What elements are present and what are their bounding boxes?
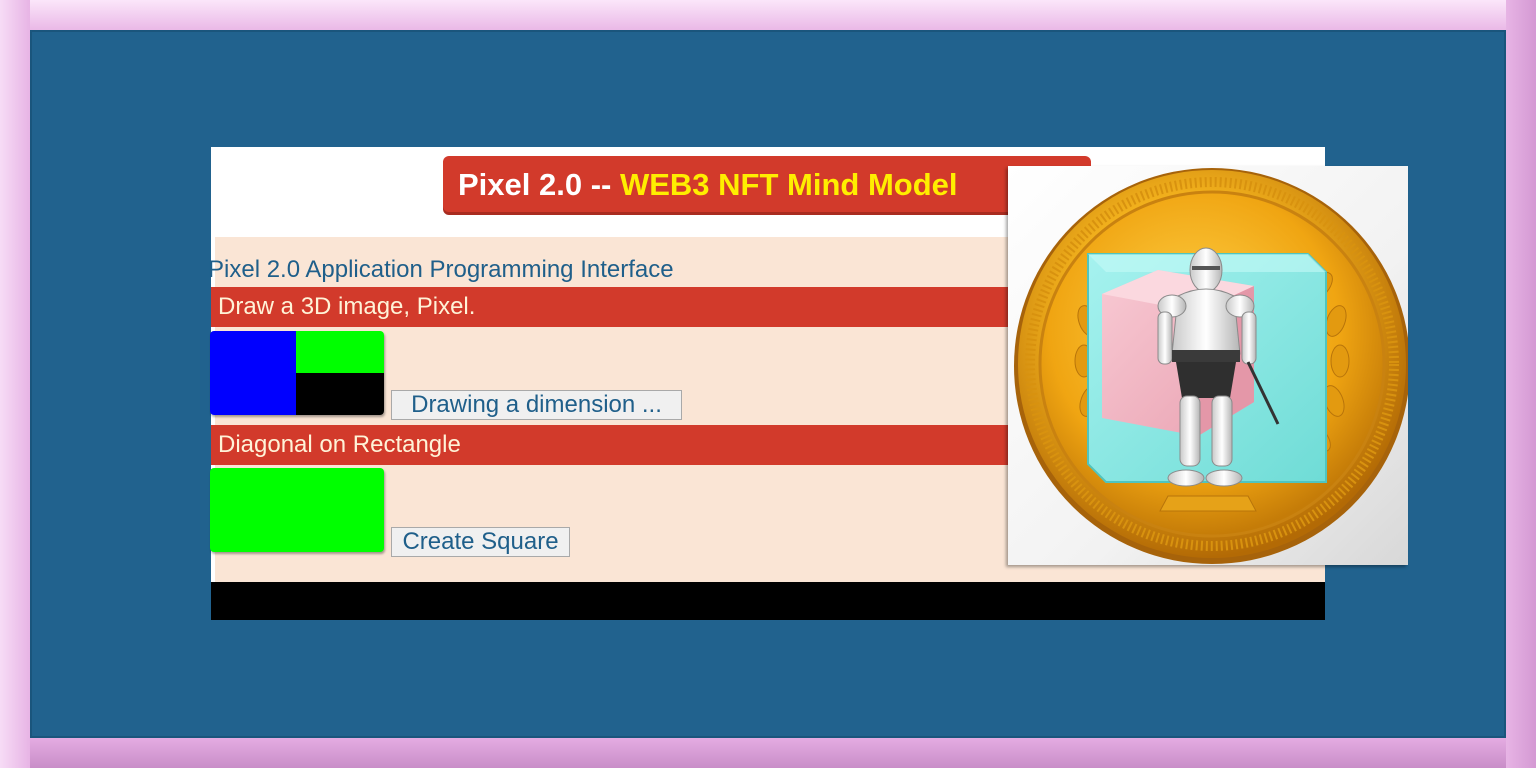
section-header-diagonal: Diagonal on Rectangle: [211, 425, 1011, 465]
frame-edge-right: [1506, 0, 1536, 768]
frame-edge-bottom: [0, 738, 1536, 768]
title-highlight: WEB3 NFT Mind Model: [619, 167, 958, 202]
title-prefix: Pixel 2.0 --: [458, 167, 620, 202]
page-title: Pixel 2.0 -- WEB3 NFT Mind Model: [458, 165, 958, 205]
canvas-square: [210, 468, 384, 552]
create-square-button[interactable]: Create Square: [391, 527, 570, 557]
canvas-blue-block: [210, 331, 296, 415]
section-header-3d-image: Draw a 3D image, Pixel.: [211, 287, 1011, 327]
canvas-green-block: [296, 331, 384, 373]
gold-coin-knight-icon: [1014, 168, 1408, 564]
frame-edge-top: [0, 0, 1536, 30]
frame-edge-left: [0, 0, 30, 768]
nft-coin-image: [1008, 166, 1408, 565]
footer-bar: [211, 582, 1325, 620]
canvas-3d-pixel: [210, 331, 384, 415]
canvas-black-block: [296, 373, 384, 415]
api-heading: Pixel 2.0 Application Programming Interf…: [208, 256, 674, 283]
drawing-dimension-button[interactable]: Drawing a dimension ...: [391, 390, 682, 420]
